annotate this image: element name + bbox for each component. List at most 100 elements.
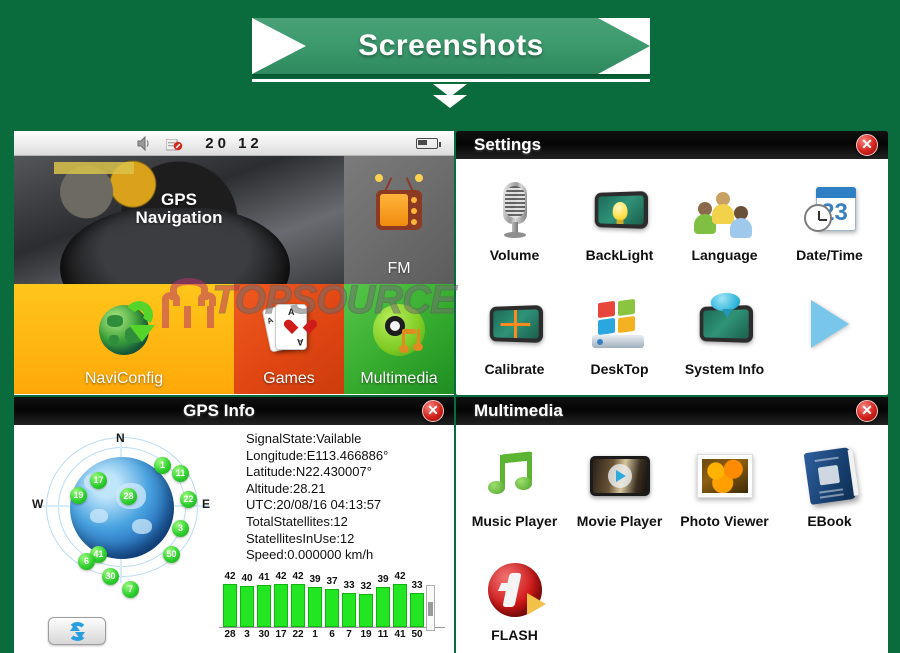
settings-item-backlight[interactable]: BackLight <box>567 173 672 287</box>
gps-info-line: UTC:20/08/16 04:13:57 <box>246 497 382 513</box>
multimedia-window: Multimedia ✕ Music Player Movie Player P… <box>456 397 888 653</box>
item-label: Volume <box>489 247 540 263</box>
item-label: Photo Viewer <box>680 513 769 529</box>
gps-info-line: Altitude:28.21 <box>246 480 326 496</box>
chart-tick-labels: 28 3 30 17 22 1 6 7 19 11 41 50 <box>223 629 424 640</box>
music-note-icon <box>487 439 540 513</box>
chart-bar-column: 39 <box>376 574 390 627</box>
settings-title-bar: Settings ✕ <box>456 131 888 159</box>
chart-tick-label: 1 <box>312 629 318 640</box>
item-label: Calibrate <box>484 361 545 377</box>
satellite-marker: 17 <box>90 472 107 489</box>
speaker-icon[interactable] <box>136 135 153 156</box>
chart-bar <box>240 586 254 627</box>
disc-music-note-icon <box>373 304 425 357</box>
settings-item-desktop[interactable]: DeskTop <box>567 287 672 395</box>
microphone-icon <box>498 173 532 247</box>
chart-bar-column: 33 <box>342 580 356 627</box>
chart-bar-value: 42 <box>275 571 287 582</box>
settings-item-language[interactable]: Language <box>672 173 777 287</box>
settings-window: Settings ✕ Volume BackLight Language 23 … <box>456 131 888 395</box>
close-icon[interactable]: ✕ <box>856 400 878 422</box>
gps-info-line: SignalState:Vailable <box>246 431 362 446</box>
item-label: BackLight <box>585 247 654 263</box>
windows-flag-icon <box>591 287 648 361</box>
multimedia-item-flash[interactable]: FLASH <box>462 553 567 653</box>
chart-bar-column: 32 <box>359 581 373 627</box>
chart-bar-value: 42 <box>394 571 406 582</box>
item-label: Date/Time <box>796 247 863 263</box>
chart-bar-column: 39 <box>308 574 322 627</box>
item-label: System Info <box>684 361 765 377</box>
chart-bar-value: 32 <box>360 581 372 592</box>
multimedia-item-music-player[interactable]: Music Player <box>462 439 567 553</box>
satellite-marker: 28 <box>120 488 137 505</box>
tile-gps-navigation[interactable]: GPS Navigation <box>14 156 344 284</box>
chart-bar-column: 42 <box>274 571 288 627</box>
settings-next-page[interactable] <box>777 287 882 395</box>
chart-bar <box>359 594 373 627</box>
playing-cards-icon: A AA <box>261 303 312 356</box>
chart-tick-label: 3 <box>244 629 250 640</box>
no-card-icon[interactable] <box>165 138 183 156</box>
refresh-icon <box>67 621 87 641</box>
chart-tick-label: 30 <box>258 629 270 640</box>
battery-icon <box>416 138 441 149</box>
chart-scrollbar[interactable] <box>426 585 435 631</box>
chart-bar-column: 42 <box>393 571 407 627</box>
settings-item-datetime[interactable]: 23 Date/Time <box>777 173 882 287</box>
settings-item-volume[interactable]: Volume <box>462 173 567 287</box>
chart-bar-value: 42 <box>292 571 304 582</box>
tile-multimedia[interactable]: Multimedia <box>344 284 454 394</box>
tile-label: NaviConfig <box>84 370 164 387</box>
backlight-bulb-icon <box>593 173 648 247</box>
gps-info-text: SignalState:Vailable Longitude:E113.4668… <box>246 431 388 564</box>
people-group-icon <box>693 173 756 247</box>
chart-tick-label: 11 <box>377 629 389 640</box>
multimedia-item-movie-player[interactable]: Movie Player <box>567 439 672 553</box>
satellite-marker: 7 <box>122 581 139 598</box>
tile-fm[interactable]: FM <box>344 156 454 284</box>
gps-info-line: Latitude:N22.430007° <box>246 464 372 480</box>
settings-item-system-info[interactable]: System Info <box>672 287 777 395</box>
crosshair-screen-icon <box>488 287 543 361</box>
tile-games[interactable]: A AA Games <box>234 284 344 394</box>
refresh-button[interactable] <box>48 617 106 645</box>
chart-bar <box>410 593 424 627</box>
chart-bar-value: 39 <box>309 574 321 585</box>
gps-info-line: StatellitesInUse:12 <box>246 530 355 546</box>
chart-bar <box>325 589 339 627</box>
banner-underline <box>252 79 650 82</box>
multimedia-item-ebook[interactable]: EBook <box>777 439 882 553</box>
compass-east: E <box>202 497 211 511</box>
chart-bar <box>393 584 407 627</box>
satellite-marker: 11 <box>172 465 189 482</box>
multimedia-icon-grid: Music Player Movie Player Photo Viewer E… <box>456 425 888 653</box>
banner-ribbon: Screenshots <box>252 18 650 74</box>
tile-naviconfig[interactable]: NaviConfig <box>14 284 234 394</box>
chart-bar-value: 39 <box>377 574 389 585</box>
chart-bar-value: 40 <box>241 573 253 584</box>
compass-north: N <box>116 431 125 445</box>
chart-bar-column: 41 <box>257 572 271 627</box>
settings-item-calibrate[interactable]: Calibrate <box>462 287 567 395</box>
close-icon[interactable]: ✕ <box>422 400 444 422</box>
chart-tick-label: 7 <box>346 629 352 640</box>
multimedia-item-photo-viewer[interactable]: Photo Viewer <box>672 439 777 553</box>
chart-bar <box>376 587 390 627</box>
window-title: Multimedia <box>474 401 563 420</box>
satellite-marker: 1 <box>154 457 171 474</box>
globe-download-icon <box>99 298 156 356</box>
close-icon[interactable]: ✕ <box>856 134 878 156</box>
gps-body: N E W 1 11 17 19 28 22 3 50 41 6 30 7 SignalState:V… <box>14 425 454 653</box>
settings-icon-grid: Volume BackLight Language 23 Date/Time C… <box>456 159 888 395</box>
device-status-bar: 20 12 <box>14 131 454 156</box>
item-label: DeskTop <box>590 361 649 377</box>
chart-bar-column: 33 <box>410 580 424 627</box>
calendar-clock-icon: 23 <box>803 173 856 247</box>
tile-label: Games <box>263 370 315 387</box>
gps-info-window: GPS Info ✕ N E W 1 11 17 19 28 22 3 50 41 6 30 7 Si… <box>14 397 454 653</box>
menu-tile-grid: GPS Navigation FM NaviConfig A AA Games … <box>14 156 454 394</box>
chart-bar <box>308 587 322 627</box>
satellite-marker: 50 <box>163 546 180 563</box>
